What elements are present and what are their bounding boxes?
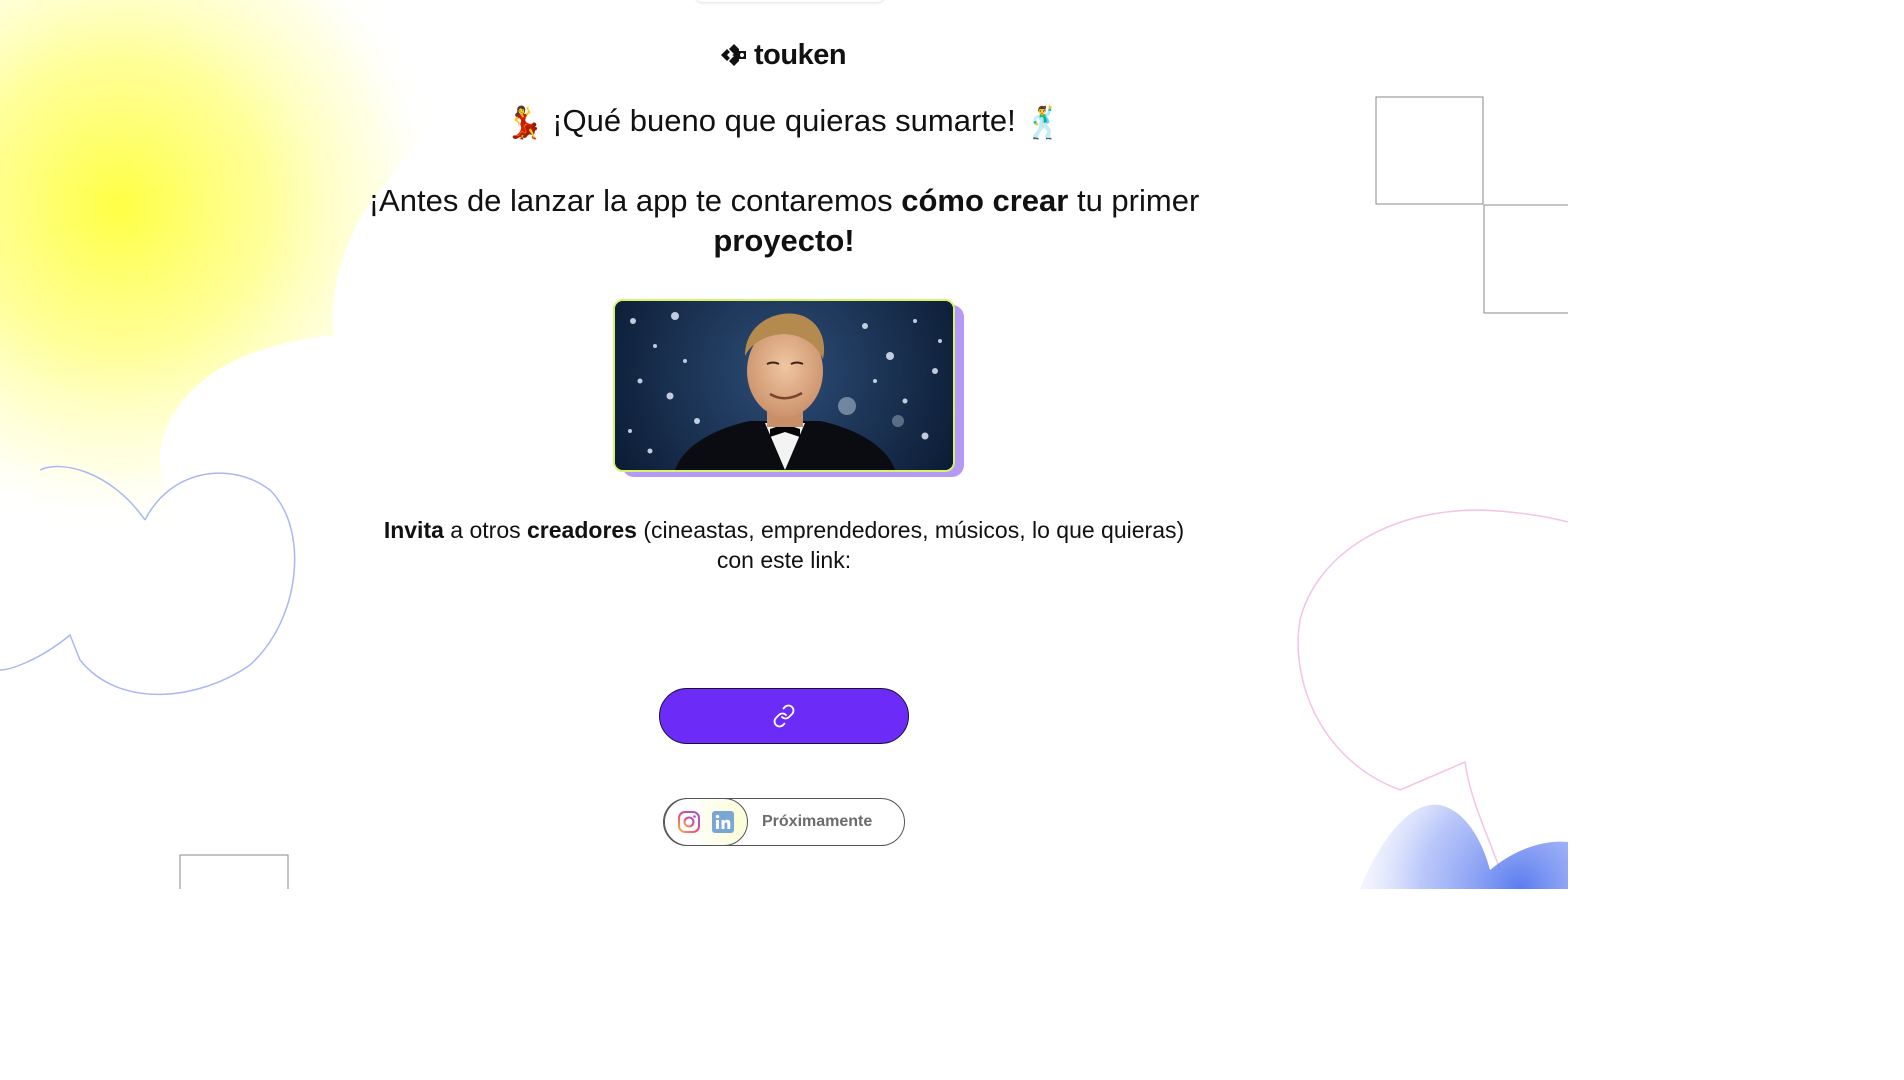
linkedin-icon[interactable] (710, 809, 736, 835)
top-notch (695, 0, 885, 2)
greeting-heading: 💃 ¡Qué bueno que quieras sumarte! 🕺 (0, 100, 1568, 144)
social-links: Próximamente (663, 797, 905, 846)
headline-bold1: cómo crear (901, 183, 1069, 218)
celebration-gif (613, 299, 955, 472)
invite-bold1: Invita (383, 517, 444, 543)
invite-text: Invita a otros creadores (cineastas, emp… (380, 515, 1188, 575)
invite-part2: (cineastas, emprendedores, músicos, lo q… (636, 517, 1185, 573)
touken-logo-icon (721, 44, 746, 66)
brand-logo[interactable]: touken (718, 38, 847, 72)
headline-part1: ¡Antes de lanzar la app te contaremos (368, 183, 902, 218)
link-icon (773, 704, 795, 728)
headline: ¡Antes de lanzar la app te contaremos có… (340, 181, 1228, 261)
invite-part1: a otros (443, 517, 528, 543)
invite-bold2: creadores (527, 517, 637, 543)
instagram-icon[interactable] (676, 809, 702, 835)
dancer-emoji: 💃 (504, 104, 544, 140)
headline-bold2: proyecto! (713, 223, 855, 258)
copy-link-button[interactable] (659, 688, 909, 744)
social-icons-group (664, 797, 748, 846)
coming-soon-label: Próximamente (762, 813, 873, 830)
greeting-text: ¡Qué bueno que quieras sumarte! (552, 103, 1016, 138)
headline-part2: tu primer (1068, 183, 1200, 218)
brand-name: touken (754, 38, 847, 71)
man-dancing-emoji: 🕺 (1024, 104, 1064, 140)
